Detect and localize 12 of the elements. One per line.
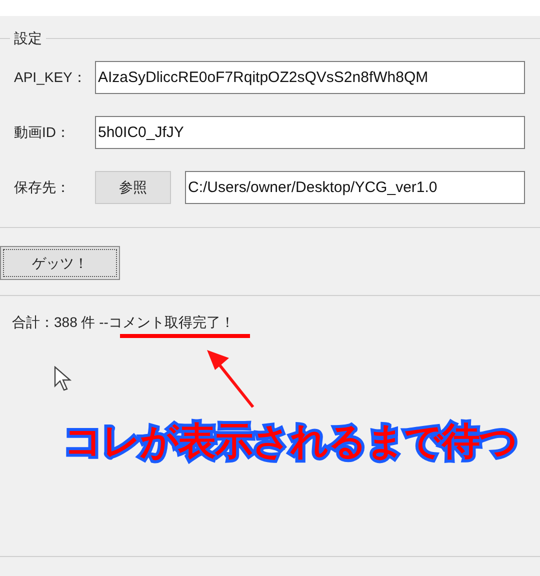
- browse-button[interactable]: 参照: [95, 171, 171, 204]
- annotation-text: コレが表示されるまで待つ: [64, 420, 517, 465]
- cursor-icon: [54, 366, 72, 392]
- input-field[interactable]: 5h0IC0_JfJY: [95, 116, 525, 149]
- arrow: [204, 348, 256, 410]
- status-text: 合計：388 件 --コメント取得完了！: [12, 313, 234, 332]
- field-label: 動画ID：: [14, 123, 71, 142]
- field-label: API_KEY：: [14, 68, 88, 87]
- input-field[interactable]: C:/Users/owner/Desktop/YCG_ver1.0: [185, 171, 525, 204]
- get-button[interactable]: ゲッツ！: [0, 246, 120, 280]
- input-field[interactable]: AIzaSyDliccRE0oF7RqitpOZ2sQVsS2n8fWh8QM: [95, 61, 525, 94]
- field-label: 保存先：: [14, 178, 71, 197]
